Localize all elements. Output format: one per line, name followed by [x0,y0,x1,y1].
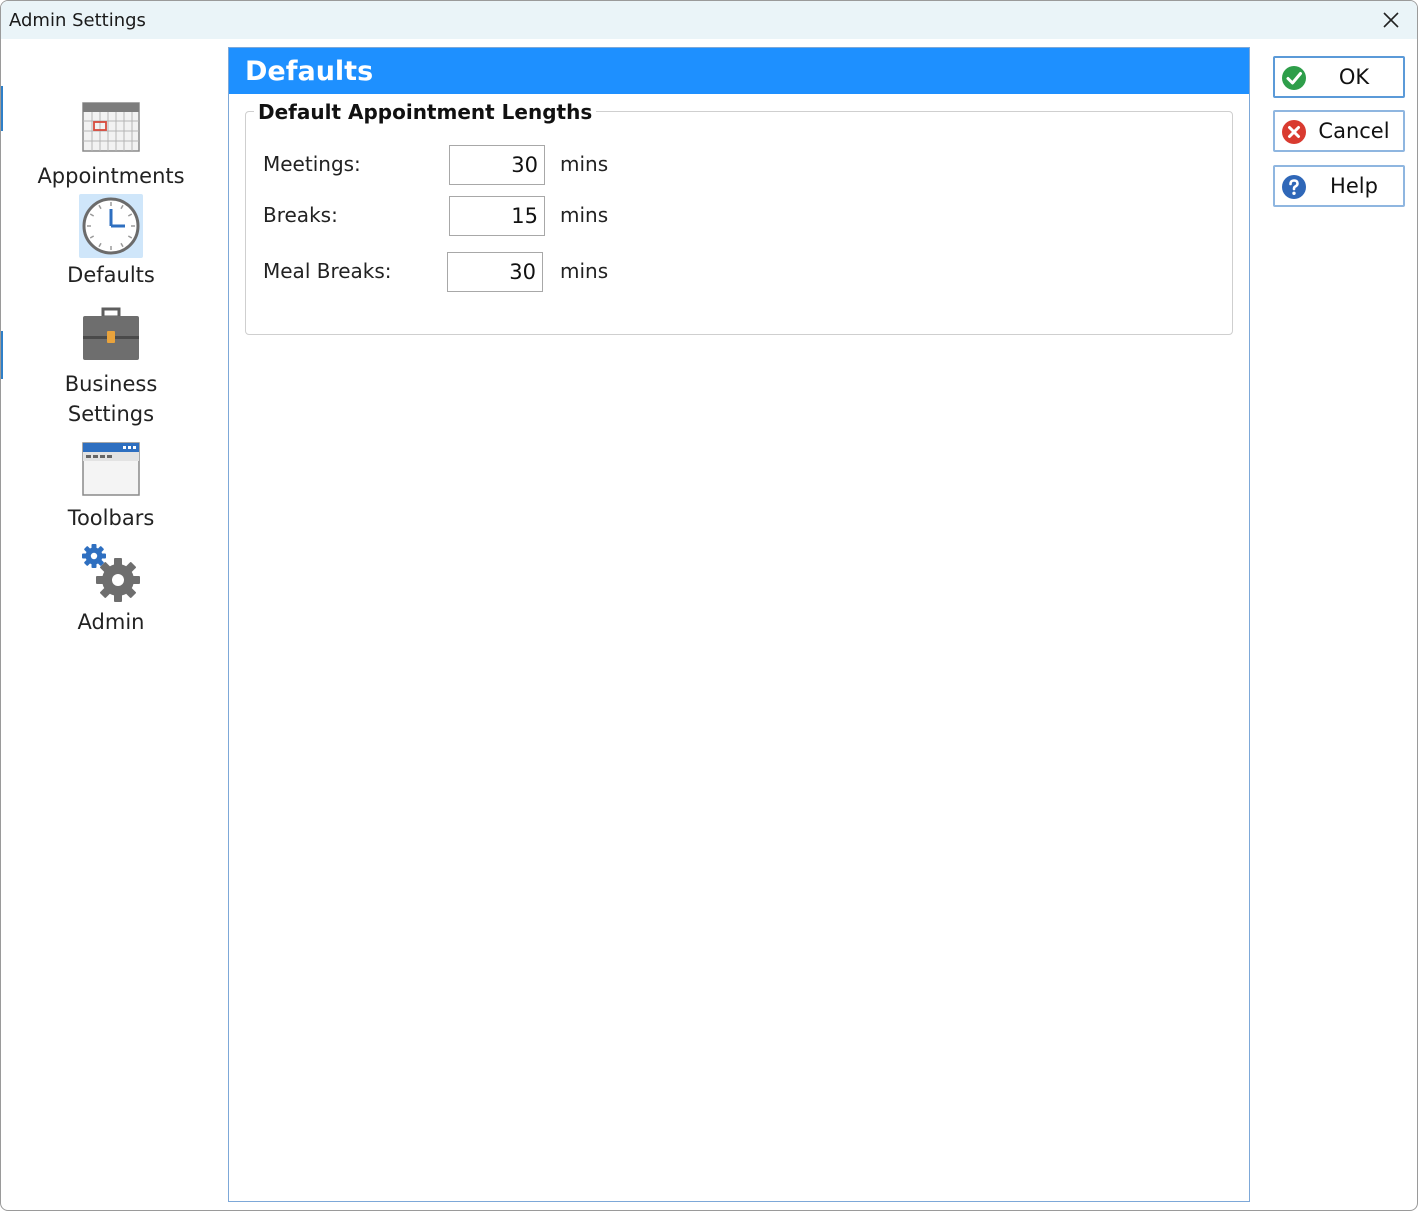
settings-nav: Appointments Defaults Business Settings … [1,41,223,1209]
nav-item-business-settings[interactable]: Business Settings [21,303,201,429]
ok-button[interactable]: OK [1273,56,1405,98]
calendar-icon [79,95,143,159]
close-button[interactable] [1365,1,1417,39]
cancel-x-icon [1282,120,1306,144]
meal-breaks-input[interactable] [447,252,543,292]
breaks-label: Breaks: [263,203,338,227]
meetings-unit: mins [560,152,609,176]
check-icon [1282,66,1306,90]
help-question-icon [1282,175,1306,199]
cancel-button[interactable]: Cancel [1273,110,1405,152]
nav-label-toolbars: Toolbars [67,506,155,530]
breaks-unit: mins [560,203,609,227]
panel-title: Defaults [245,56,374,87]
clock-icon [79,194,143,258]
nav-item-toolbars[interactable]: Toolbars [21,437,201,533]
meal-breaks-label: Meal Breaks: [263,259,392,283]
window-title: Admin Settings [9,10,146,31]
nav-item-appointments[interactable]: Appointments [21,95,201,191]
breaks-input[interactable] [449,196,545,236]
meetings-label: Meetings: [263,152,361,176]
defaults-panel: Defaults Default Appointment Lengths Mee… [228,47,1250,1202]
nav-item-admin[interactable]: Admin [21,541,201,637]
meal-breaks-unit: mins [560,259,609,283]
nav-label-defaults: Defaults [67,263,155,287]
meetings-input[interactable] [449,145,545,185]
nav-label-settings: Settings [67,402,155,426]
appointment-lengths-group: Default Appointment Lengths Meetings: mi… [245,100,1233,335]
ok-label: OK [1338,65,1370,89]
panel-header: Defaults [229,48,1249,94]
toolbar-window-icon [79,437,143,501]
close-icon [1383,12,1399,28]
gears-icon [79,541,143,605]
admin-settings-window: Admin Settings Appointments Defaults Bus… [0,0,1418,1211]
title-bar: Admin Settings [1,1,1417,39]
cancel-label: Cancel [1318,119,1390,143]
help-label: Help [1330,174,1378,198]
nav-label-appointments: Appointments [37,164,185,188]
help-button[interactable]: Help [1273,165,1405,207]
nav-item-defaults[interactable]: Defaults [21,194,201,290]
briefcase-icon [79,303,143,367]
nav-label-admin: Admin [77,610,145,634]
nav-label-business: Business [64,372,158,396]
group-title: Default Appointment Lengths [254,100,597,124]
